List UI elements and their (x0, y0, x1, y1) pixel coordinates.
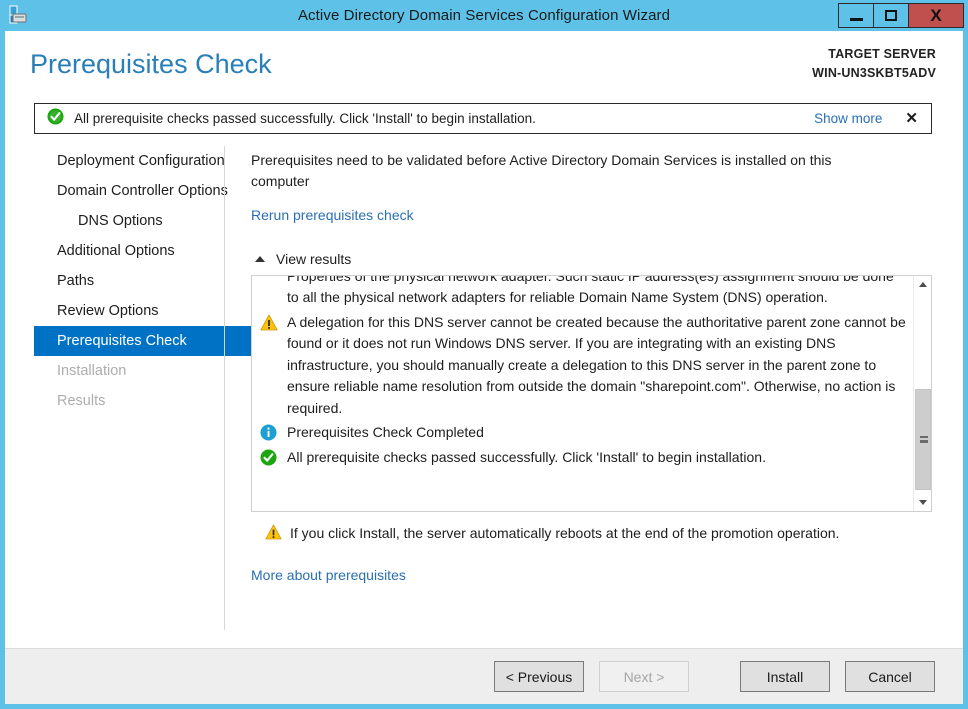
title-bar: Active Directory Domain Services Configu… (0, 0, 968, 31)
minimize-button[interactable] (838, 3, 874, 28)
chevron-down-icon (918, 500, 927, 505)
page-header: Prerequisites Check TARGET SERVER WIN-UN… (5, 31, 963, 103)
wizard-sidebar: Deployment Configuration Domain Controll… (5, 146, 272, 648)
results-scrollbar[interactable] (913, 276, 931, 511)
list-item: adapter, both IPv4 and IPv6 static IP ad… (260, 275, 907, 309)
notification-bar: All prerequisite checks passed successfu… (34, 103, 932, 134)
target-server-name: WIN-UN3SKBT5ADV (812, 66, 936, 80)
notification-message: All prerequisite checks passed successfu… (74, 111, 536, 126)
sidebar-item-paths[interactable]: Paths (34, 266, 224, 296)
list-item: Prerequisites Check Completed (260, 422, 907, 444)
result-text: A delegation for this DNS server cannot … (287, 313, 906, 416)
chevron-up-icon (255, 256, 265, 262)
body-row: Deployment Configuration Domain Controll… (5, 134, 963, 648)
window-title: Active Directory Domain Services Configu… (297, 7, 671, 24)
maximize-button[interactable] (873, 3, 909, 28)
list-item: All prerequisite checks passed successfu… (260, 447, 907, 469)
view-results-label: View results (276, 251, 352, 267)
results-listbox[interactable]: adapter, both IPv4 and IPv6 static IP ad… (251, 275, 932, 512)
maximize-icon (885, 10, 897, 21)
scroll-down-button[interactable] (914, 494, 931, 511)
sidebar-item-additional-options[interactable]: Additional Options (34, 236, 224, 266)
success-check-icon (47, 108, 64, 130)
list-item: A delegation for this DNS server cannot … (260, 312, 907, 420)
cancel-button[interactable]: Cancel (845, 661, 935, 692)
notification-wrapper: All prerequisite checks passed successfu… (5, 103, 963, 134)
result-text: adapter, both IPv4 and IPv6 static IP ad… (287, 275, 894, 305)
next-button: Next > (599, 661, 689, 692)
success-check-icon (260, 449, 278, 467)
target-server-label: TARGET SERVER (828, 47, 936, 61)
reboot-note: If you click Install, the server automat… (251, 524, 932, 545)
notification-close-icon[interactable]: ✕ (902, 111, 921, 126)
intro-text: Prerequisites need to be validated befor… (251, 152, 832, 189)
results-list: adapter, both IPv4 and IPv6 static IP ad… (252, 275, 913, 477)
sidebar-item-deployment-configuration[interactable]: Deployment Configuration (34, 146, 225, 176)
result-text: Prerequisites Check Completed (287, 424, 484, 440)
install-button[interactable]: Install (740, 661, 830, 692)
server-icon (8, 5, 29, 25)
warning-icon (260, 314, 278, 332)
target-server-info: TARGET SERVER WIN-UN3SKBT5ADV (812, 45, 936, 83)
scroll-up-button[interactable] (914, 276, 931, 293)
minimize-icon (849, 18, 863, 21)
scrollbar-thumb[interactable] (915, 389, 931, 490)
sidebar-item-review-options[interactable]: Review Options (34, 296, 224, 326)
warning-icon (265, 524, 282, 545)
wizard-footer: < Previous Next > Install Cancel (5, 649, 963, 704)
show-more-link[interactable]: Show more (814, 111, 882, 126)
sidebar-item-dns-options[interactable]: DNS Options (34, 206, 224, 236)
info-icon (260, 424, 278, 442)
previous-button[interactable]: < Previous (494, 661, 584, 692)
sidebar-item-domain-controller-options[interactable]: Domain Controller Options (34, 176, 228, 206)
rerun-prerequisites-link[interactable]: Rerun prerequisites check (251, 207, 414, 223)
sidebar-item-results: Results (57, 393, 106, 409)
client-area: Prerequisites Check TARGET SERVER WIN-UN… (5, 31, 963, 704)
result-text: All prerequisite checks passed successfu… (287, 448, 766, 465)
chevron-up-icon (918, 282, 927, 287)
window-controls: X (838, 3, 964, 28)
wizard-window: Active Directory Domain Services Configu… (0, 0, 968, 709)
view-results-toggle[interactable]: View results (251, 251, 351, 267)
grip-icon (920, 436, 928, 443)
sidebar-item-installation: Installation (57, 363, 127, 379)
more-about-prerequisites-link[interactable]: More about prerequisites (251, 567, 406, 583)
page-title: Prerequisites Check (30, 49, 272, 79)
close-button[interactable]: X (908, 3, 964, 28)
reboot-note-text: If you click Install, the server automat… (290, 525, 840, 541)
main-content: Prerequisites need to be validated befor… (225, 146, 963, 648)
